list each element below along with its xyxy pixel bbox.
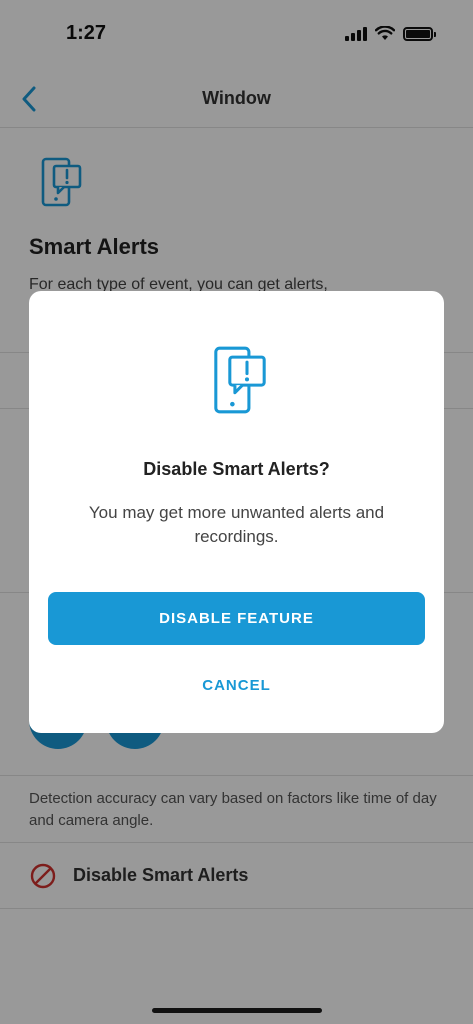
phone-alert-icon — [212, 343, 268, 422]
cancel-button[interactable]: CANCEL — [29, 677, 444, 694]
dialog-title: Disable Smart Alerts? — [143, 459, 330, 479]
home-indicator[interactable] — [152, 1008, 322, 1013]
disable-feature-button[interactable]: DISABLE FEATURE — [48, 592, 425, 645]
confirm-dialog: Disable Smart Alerts? You may get more u… — [29, 291, 444, 733]
dialog-message: You may get more unwanted alerts and rec… — [88, 503, 385, 546]
